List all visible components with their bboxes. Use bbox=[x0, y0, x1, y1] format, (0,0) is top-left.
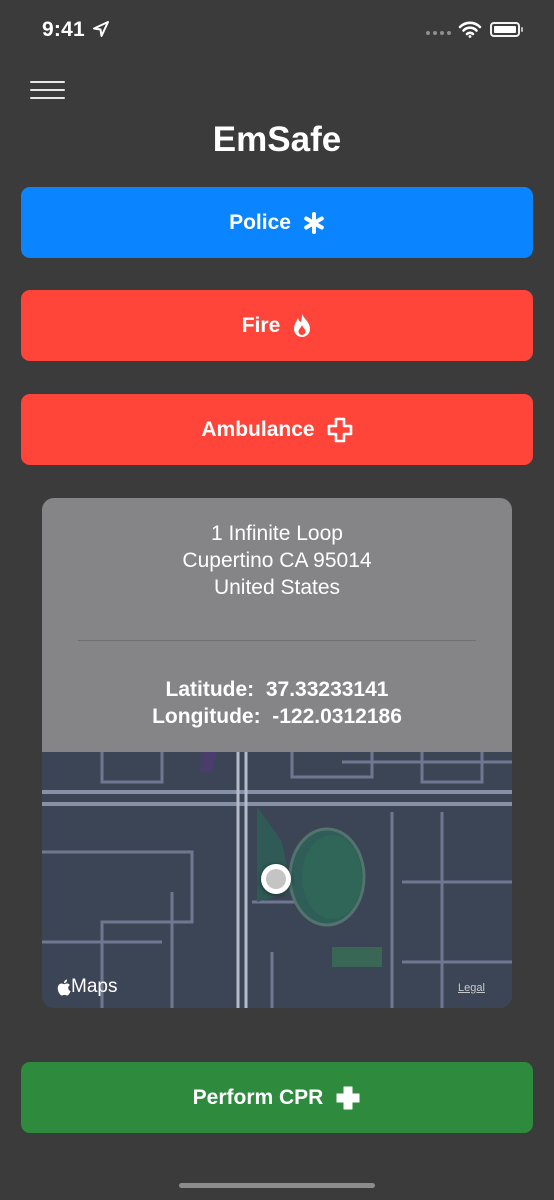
perform-cpr-button[interactable]: Perform CPR bbox=[21, 1062, 533, 1133]
hamburger-menu-icon[interactable] bbox=[30, 78, 66, 102]
battery-icon bbox=[490, 22, 523, 37]
ambulance-button-label: Ambulance bbox=[201, 417, 315, 441]
longitude-label: Longitude: bbox=[152, 705, 261, 728]
perform-cpr-label: Perform CPR bbox=[192, 1085, 324, 1109]
longitude-row: Longitude: -122.0312186 bbox=[42, 705, 512, 729]
fire-button-label: Fire bbox=[241, 313, 281, 337]
location-card: 1 Infinite Loop Cupertino CA 95014 Unite… bbox=[42, 498, 512, 1008]
status-bar: 9:41 bbox=[0, 0, 554, 60]
cellular-signal-icon bbox=[426, 31, 451, 35]
plus-cross-icon bbox=[335, 1085, 361, 1111]
maps-label: Maps bbox=[71, 976, 118, 997]
latitude-row: Latitude: 37.33233141 bbox=[42, 678, 512, 702]
home-indicator bbox=[179, 1183, 375, 1188]
maps-attribution: Maps bbox=[56, 976, 117, 998]
current-location-dot bbox=[261, 864, 291, 894]
latitude-label: Latitude: bbox=[165, 678, 255, 701]
address-panel: 1 Infinite Loop Cupertino CA 95014 Unite… bbox=[42, 498, 512, 752]
legal-link[interactable]: Legal bbox=[458, 982, 485, 994]
divider bbox=[78, 640, 476, 641]
police-button-label: Police bbox=[229, 210, 291, 234]
latitude-value: 37.33233141 bbox=[265, 678, 389, 701]
ambulance-button[interactable]: Ambulance bbox=[21, 394, 533, 465]
address-street: 1 Infinite Loop bbox=[211, 522, 343, 545]
address-country: United States bbox=[213, 576, 341, 599]
longitude-value: -122.0312186 bbox=[272, 705, 402, 728]
address-city: Cupertino CA 95014 bbox=[182, 549, 372, 572]
wifi-icon bbox=[458, 21, 482, 38]
police-button[interactable]: Police bbox=[21, 187, 533, 258]
status-time: 9:41 bbox=[42, 18, 85, 41]
flame-icon bbox=[292, 313, 312, 339]
fire-button[interactable]: Fire bbox=[21, 290, 533, 361]
location-arrow-icon bbox=[93, 21, 109, 37]
app-title: EmSafe bbox=[212, 120, 342, 159]
asterisk-icon bbox=[303, 211, 325, 234]
apple-logo-icon bbox=[57, 979, 71, 995]
cross-outline-icon bbox=[327, 417, 353, 443]
